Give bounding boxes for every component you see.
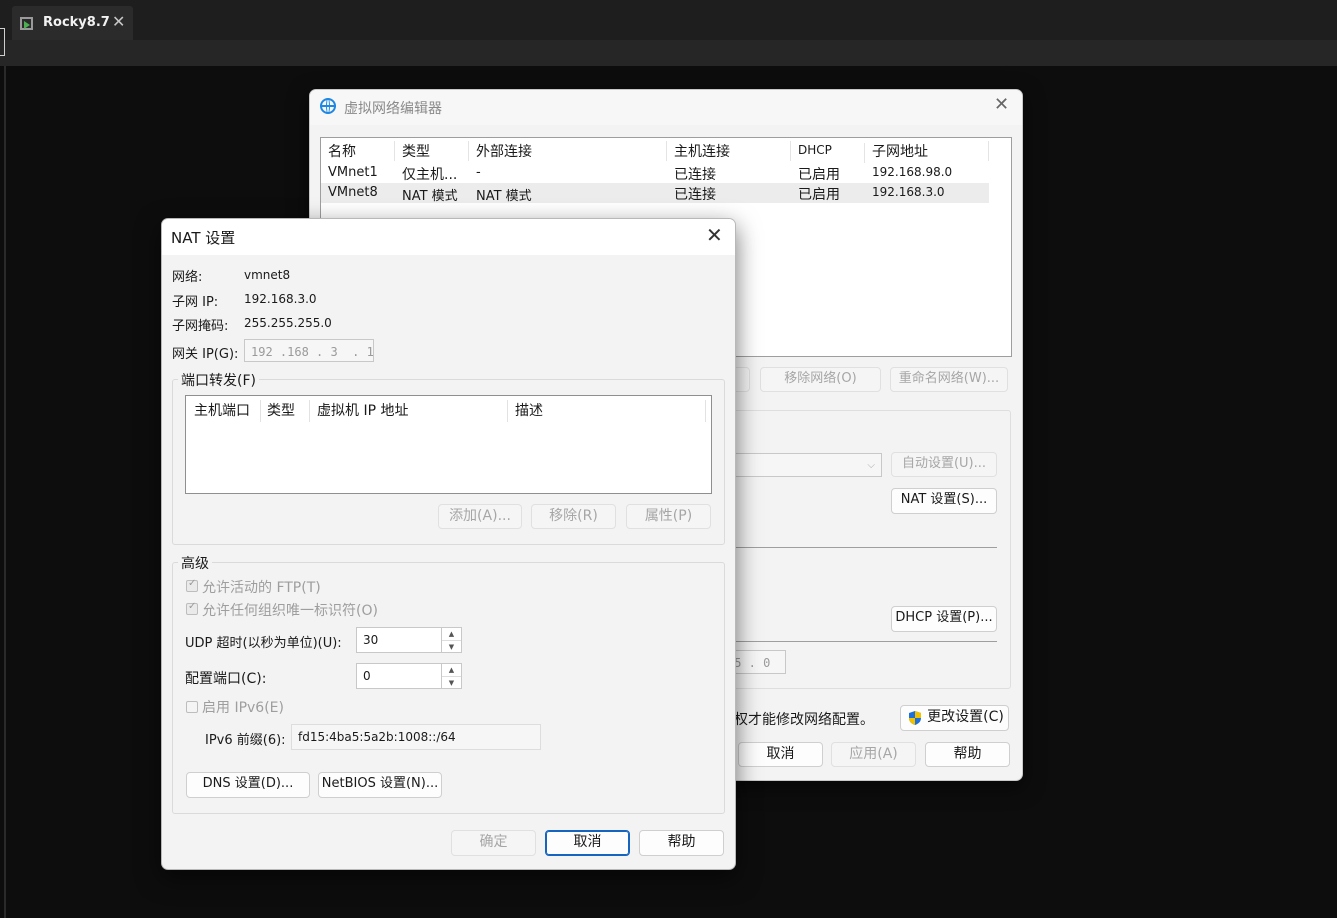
remove-network-button[interactable]: 移除网络(O)	[760, 367, 881, 392]
cell-type: NAT 模式	[402, 189, 458, 204]
chevron-down-icon: ⌵	[867, 460, 875, 471]
subnet-ip-label: 子网 IP:	[172, 295, 219, 310]
cell-external: -	[476, 165, 481, 180]
vm-icon	[20, 17, 33, 30]
left-edge-handle	[0, 28, 5, 56]
cell-dhcp: 已启用	[798, 187, 840, 203]
config-port-label: 配置端口(C):	[185, 671, 267, 687]
allow-oui-checkbox[interactable]	[186, 601, 198, 615]
enable-ipv6-label: 启用 IPv6(E)	[202, 700, 284, 716]
allow-ftp-label: 允许活动的 FTP(T)	[202, 580, 321, 596]
ok-button[interactable]: 确定	[451, 830, 536, 856]
tab-rocky[interactable]: Rocky8.7 ✕	[12, 6, 133, 40]
netbios-settings-button[interactable]: NetBIOS 设置(N)...	[318, 772, 442, 798]
network-list-header: 名称 类型 外部连接 主机连接 DHCP 子网地址	[321, 138, 989, 163]
cell-host: 已连接	[674, 187, 716, 203]
vne-apply-button[interactable]: 应用(A)	[831, 742, 916, 767]
config-port-stepper[interactable]: ▲ ▼	[441, 663, 462, 689]
vne-cancel-button[interactable]: 取消	[738, 742, 823, 767]
gateway-label: 网关 IP(G):	[172, 347, 239, 362]
allow-ftp-checkbox[interactable]	[186, 578, 198, 592]
nat-settings-dialog: NAT 设置 ✕ 网络: vmnet8 子网 IP: 192.168.3.0 子…	[161, 218, 736, 870]
nat-settings-button[interactable]: NAT 设置(S)...	[891, 488, 997, 514]
ipv6-prefix-label: IPv6 前缀(6):	[205, 733, 286, 748]
udp-timeout-field[interactable]: 30	[356, 627, 442, 653]
nat-title: NAT 设置	[171, 229, 236, 247]
vne-close-icon[interactable]: ✕	[994, 94, 1009, 115]
table-row[interactable]: VMnet1 仅主机... - 已连接 已启用 192.168.98.0	[321, 163, 989, 183]
col-host-port[interactable]: 主机端口	[194, 400, 261, 422]
stepper-down-icon[interactable]: ▼	[442, 677, 461, 689]
add-port-button[interactable]: 添加(A)...	[438, 504, 522, 529]
stepper-up-icon[interactable]: ▲	[442, 664, 461, 677]
separator	[735, 641, 997, 642]
separator	[735, 547, 997, 548]
tab-title: Rocky8.7	[43, 15, 110, 30]
auto-settings-button[interactable]: 自动设置(U)...	[891, 452, 997, 477]
col-type[interactable]: 类型	[402, 141, 469, 161]
gateway-ip-field[interactable]: 192 .168 . 3 . 1	[244, 339, 374, 362]
admin-notice: 特权才能修改网络配置。	[720, 712, 874, 728]
col-vm-ip[interactable]: 虚拟机 IP 地址	[317, 400, 508, 422]
vne-help-button[interactable]: 帮助	[925, 742, 1010, 767]
advanced-title: 高级	[178, 553, 212, 573]
stepper-up-icon[interactable]: ▲	[442, 628, 461, 641]
cell-subnet: 192.168.98.0	[872, 165, 953, 179]
globe-icon	[320, 98, 336, 114]
udp-timeout-label: UDP 超时(以秒为单位)(U):	[185, 636, 342, 651]
cell-type: 仅主机...	[402, 167, 458, 183]
col-name[interactable]: 名称	[328, 141, 395, 161]
allow-oui-label: 允许任何组织唯一标识符(O)	[202, 603, 378, 619]
col-subnet[interactable]: 子网地址	[872, 141, 989, 161]
col-description[interactable]: 描述	[515, 400, 706, 422]
dhcp-settings-button[interactable]: DHCP 设置(P)...	[891, 606, 997, 632]
dns-settings-button[interactable]: DNS 设置(D)...	[186, 772, 310, 798]
enable-ipv6-checkbox[interactable]	[186, 701, 198, 713]
stepper-down-icon[interactable]: ▼	[442, 641, 461, 653]
config-port-field[interactable]: 0	[356, 663, 442, 689]
subnet-mask-value: 255.255.255.0	[244, 316, 332, 330]
cell-host: 已连接	[674, 167, 716, 183]
ipv6-prefix-field[interactable]: fd15:4ba5:5a2b:1008::/64	[291, 724, 541, 750]
uac-shield-icon	[909, 711, 921, 725]
cell-name: VMnet8	[328, 185, 378, 200]
tab-close-icon[interactable]: ✕	[112, 12, 125, 31]
table-row[interactable]: VMnet8 NAT 模式 NAT 模式 已连接 已启用 192.168.3.0	[321, 183, 989, 204]
col-host[interactable]: 主机连接	[674, 141, 791, 161]
col-dhcp[interactable]: DHCP	[798, 143, 865, 163]
change-settings-button[interactable]: 更改设置(C)	[900, 705, 1009, 731]
nat-close-icon[interactable]: ✕	[706, 223, 723, 247]
cell-dhcp: 已启用	[798, 167, 840, 183]
cell-name: VMnet1	[328, 165, 378, 180]
port-properties-button[interactable]: 属性(P)	[626, 504, 711, 529]
col-type[interactable]: 类型	[267, 400, 310, 422]
subnet-mask-label: 子网掩码:	[172, 319, 229, 334]
vne-title: 虚拟网络编辑器	[344, 101, 442, 117]
port-forwarding-title: 端口转发(F)	[178, 370, 259, 390]
port-forwarding-table[interactable]: 主机端口 类型 虚拟机 IP 地址 描述	[185, 395, 712, 494]
remove-port-button[interactable]: 移除(R)	[531, 504, 616, 529]
tab-bar	[0, 0, 1337, 40]
change-settings-label: 更改设置(C)	[927, 709, 1004, 725]
udp-timeout-stepper[interactable]: ▲ ▼	[441, 627, 462, 653]
bridge-select[interactable]: ⌵	[720, 453, 882, 477]
toolbar	[0, 40, 1337, 66]
cancel-button[interactable]: 取消	[545, 830, 630, 856]
col-external[interactable]: 外部连接	[476, 141, 667, 161]
cell-external: NAT 模式	[476, 189, 532, 204]
rename-network-button[interactable]: 重命名网络(W)...	[890, 367, 1008, 392]
nat-titlebar	[162, 219, 735, 255]
network-label: 网络:	[172, 270, 203, 285]
left-divider	[4, 66, 6, 918]
cell-subnet: 192.168.3.0	[872, 185, 945, 199]
network-value: vmnet8	[244, 268, 291, 282]
subnet-ip-value: 192.168.3.0	[244, 292, 317, 306]
help-button[interactable]: 帮助	[639, 830, 724, 856]
